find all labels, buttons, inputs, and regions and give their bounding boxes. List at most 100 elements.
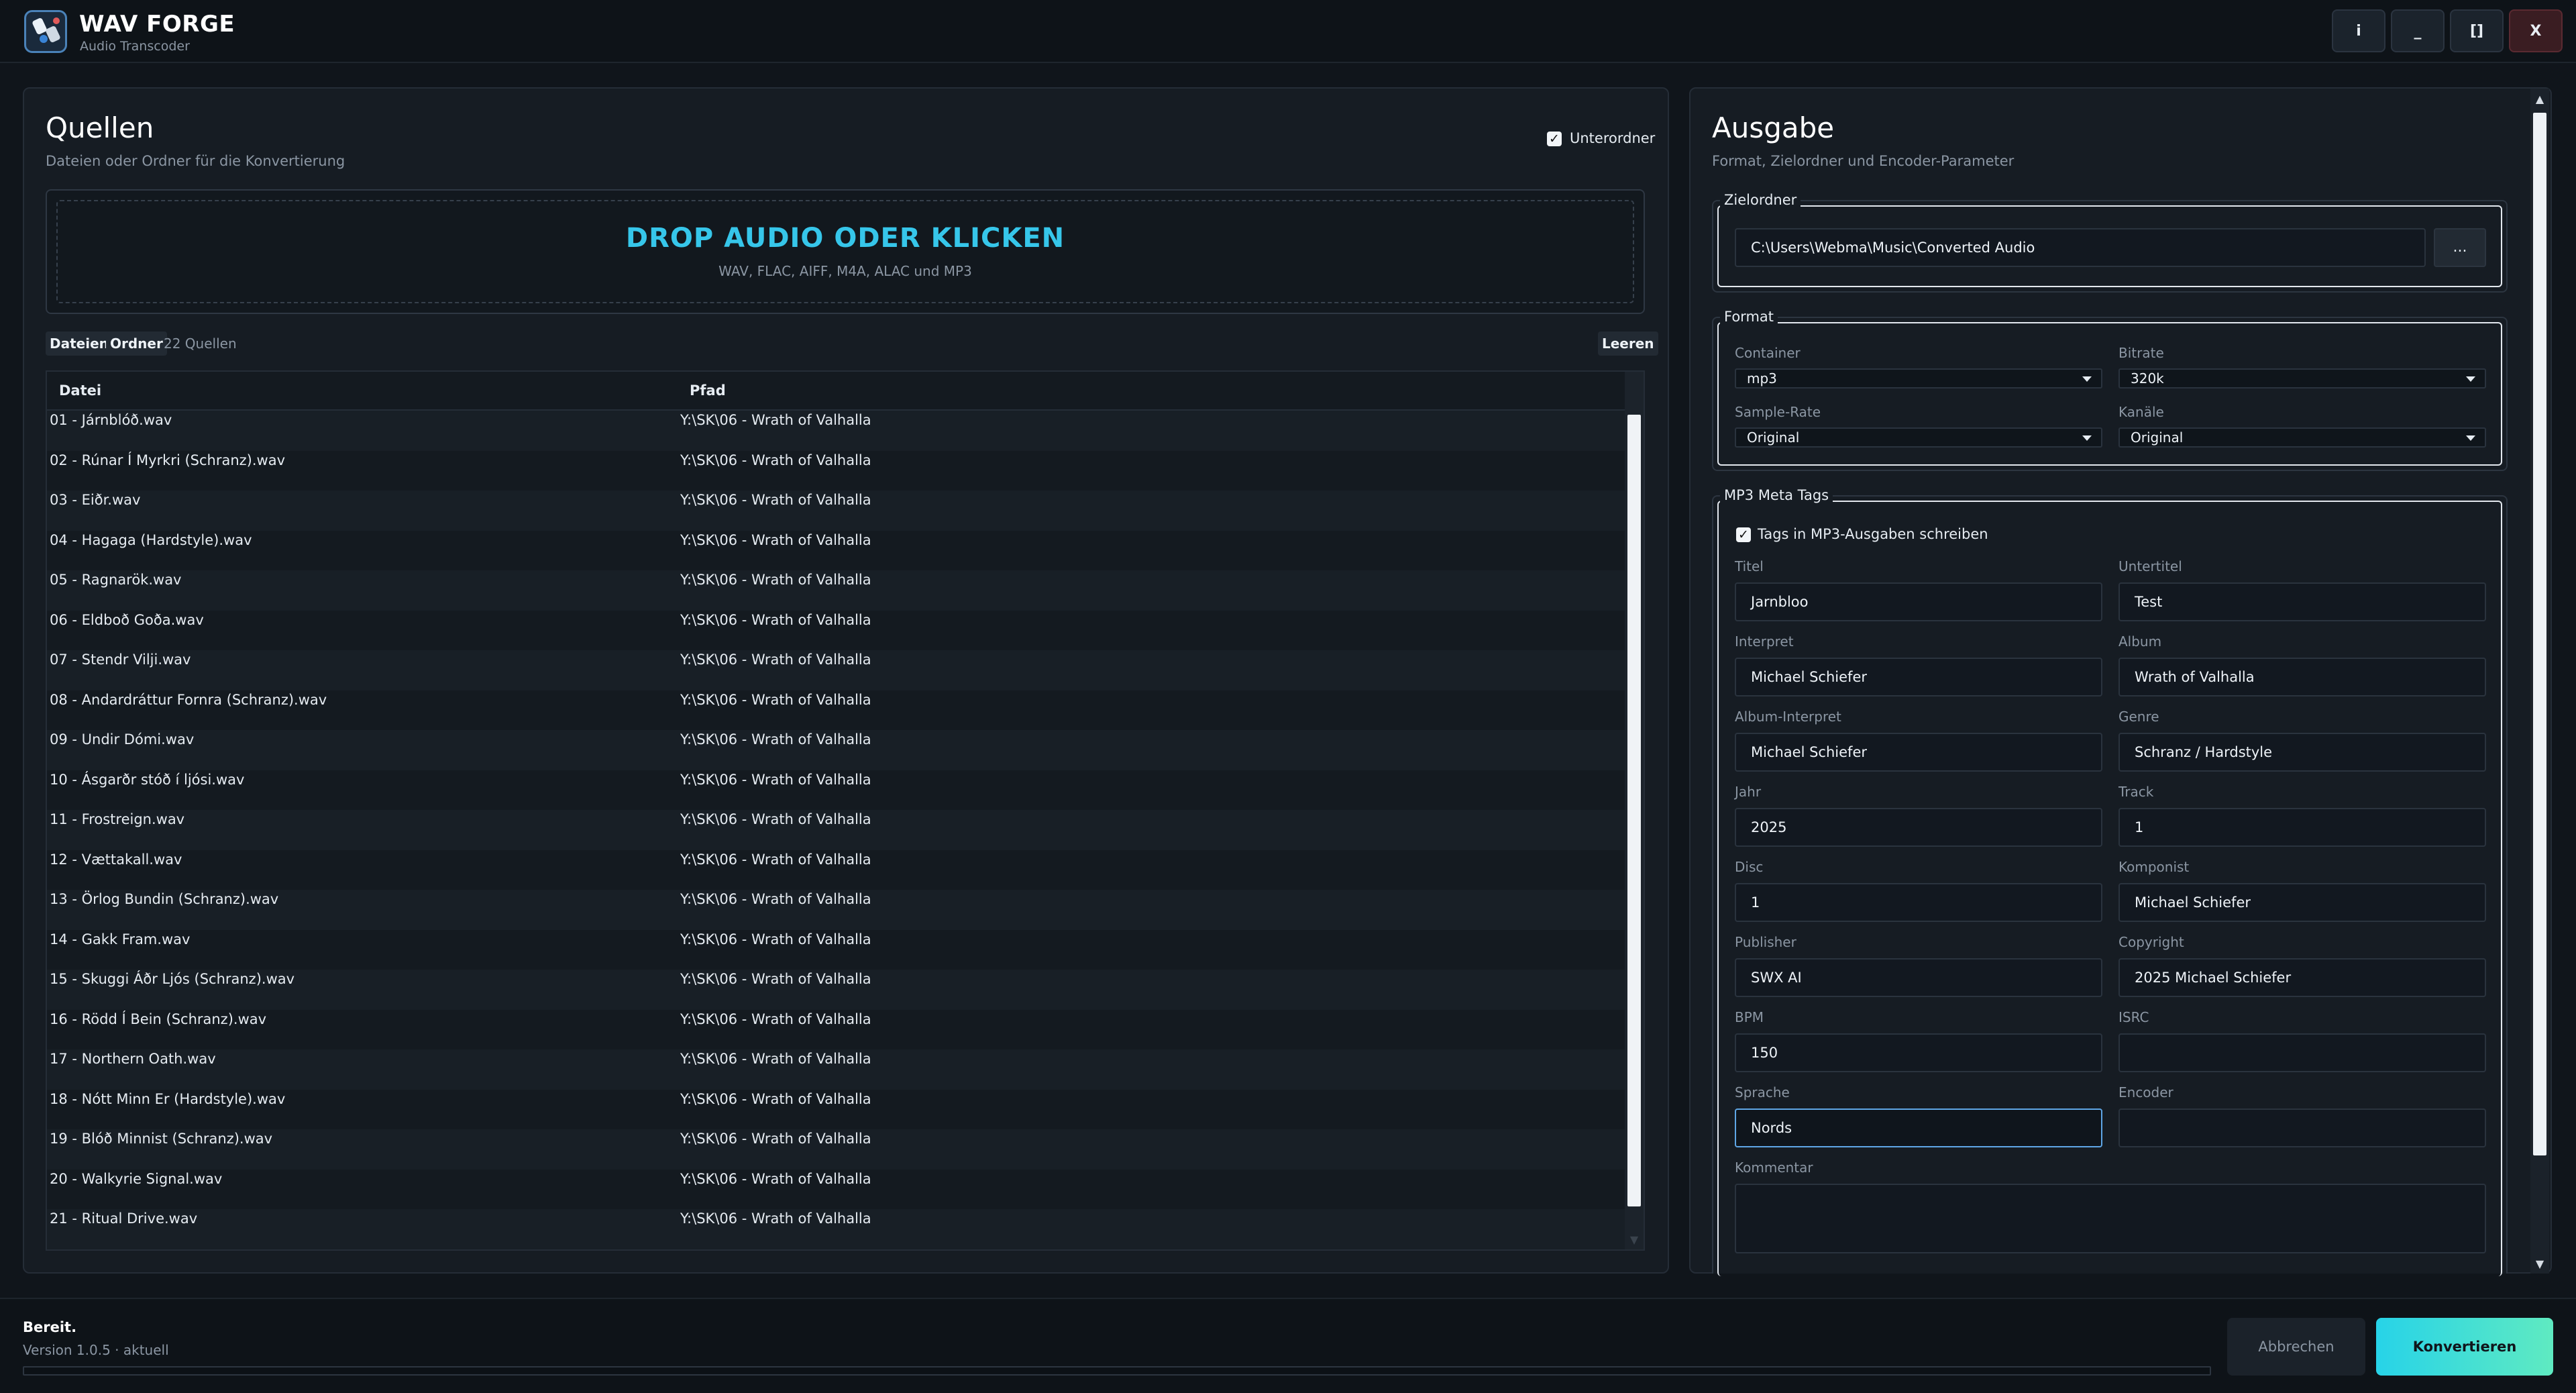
- table-row[interactable]: 17 - Northern Oath.wav Y:\SK\06 - Wrath o…: [47, 1049, 1625, 1090]
- target-folder-input[interactable]: C:\Users\Webma\Music\Converted Audio: [1735, 228, 2426, 267]
- artist-input[interactable]: Michael Schiefer: [1735, 658, 2102, 696]
- comment-textarea[interactable]: [1735, 1184, 2486, 1253]
- files-button[interactable]: Dateien: [46, 331, 113, 356]
- subfolder-checkbox[interactable]: ✓: [1547, 132, 1562, 146]
- table-scrollbar[interactable]: ▲ ▼: [1625, 372, 1644, 1249]
- clear-button[interactable]: Leeren: [1598, 331, 1658, 356]
- column-header-file[interactable]: Datei: [59, 382, 101, 399]
- publisher-input[interactable]: SWX AI: [1735, 958, 2102, 997]
- title-input[interactable]: Jarnbloo: [1735, 582, 2102, 621]
- chevron-down-icon: [2082, 435, 2092, 441]
- table-row[interactable]: 12 - Vættakall.wav Y:\SK\06 - Wrath of Va…: [47, 849, 1625, 890]
- app-subtitle: Audio Transcoder: [80, 39, 190, 54]
- disc-input[interactable]: 1: [1735, 883, 2102, 922]
- minimize-button[interactable]: _: [2391, 9, 2445, 52]
- row-file-path: Y:\SK\06 - Wrath of Valhalla: [680, 1011, 871, 1027]
- table-header: Datei Pfad: [47, 372, 1625, 411]
- table-row[interactable]: 18 - Nótt Minn Er (Hardstyle).wav Y:\SK\0…: [47, 1089, 1625, 1129]
- language-input[interactable]: Nords: [1735, 1108, 2102, 1147]
- table-row[interactable]: 06 - Eldboð Goða.wav Y:\SK\06 - Wrath of …: [47, 610, 1625, 650]
- table-body: 01 - Járnblóð.wav Y:\SK\06 - Wrath of Val…: [47, 411, 1625, 1249]
- row-file-name: 10 - Ásgarðr stóð í ljósi.wav: [50, 771, 245, 788]
- row-file-name: 20 - Walkyrie Signal.wav: [50, 1170, 223, 1187]
- format-legend: Format: [1720, 309, 1778, 325]
- scroll-down-icon[interactable]: ▼: [2530, 1255, 2549, 1274]
- table-row[interactable]: 21 - Ritual Drive.wav Y:\SK\06 - Wrath of…: [47, 1209, 1625, 1249]
- table-row[interactable]: 09 - Undir Dómi.wav Y:\SK\06 - Wrath of V…: [47, 730, 1625, 770]
- table-row[interactable]: 01 - Járnblóð.wav Y:\SK\06 - Wrath of Val…: [47, 411, 1625, 451]
- table-row[interactable]: 11 - Frostreign.wav Y:\SK\06 - Wrath of V…: [47, 810, 1625, 850]
- table-row[interactable]: 20 - Walkyrie Signal.wav Y:\SK\06 - Wrath…: [47, 1169, 1625, 1209]
- container-select[interactable]: mp3: [1735, 368, 2102, 389]
- samplerate-value: Original: [1747, 429, 1800, 446]
- write-tags-checkbox[interactable]: ✓: [1736, 527, 1751, 542]
- table-row[interactable]: 08 - Andardráttur Fornra (Schranz).wav Y:…: [47, 690, 1625, 730]
- table-row[interactable]: 10 - Ásgarðr stóð í ljósi.wav Y:\SK\06 - …: [47, 770, 1625, 810]
- row-file-path: Y:\SK\06 - Wrath of Valhalla: [680, 771, 871, 788]
- folder-button[interactable]: Ordner: [106, 331, 167, 356]
- table-row[interactable]: 04 - Hagaga (Hardstyle).wav Y:\SK\06 - Wr…: [47, 530, 1625, 570]
- bpm-input[interactable]: 150: [1735, 1033, 2102, 1072]
- write-tags-label: Tags in MP3-Ausgaben schreiben: [1758, 526, 1988, 542]
- table-row[interactable]: 15 - Skuggi Áðr Ljós (Schranz).wav Y:\SK\…: [47, 970, 1625, 1010]
- scroll-down-icon[interactable]: ▼: [1625, 1231, 1644, 1249]
- drop-zone[interactable]: DROP AUDIO ODER KLICKEN WAV, FLAC, AIFF,…: [46, 189, 1645, 314]
- sources-table: Datei Pfad 01 - Járnblóð.wav Y:\SK\06 - W…: [46, 370, 1645, 1251]
- app-window: WAV FORGE Audio Transcoder i _ [] X Quel…: [0, 0, 2576, 1393]
- subtitle-label: Untertitel: [2118, 558, 2182, 574]
- output-title: Ausgabe: [1712, 111, 1835, 144]
- close-button[interactable]: X: [2509, 9, 2563, 52]
- table-row[interactable]: 16 - Rödd Í Bein (Schranz).wav Y:\SK\06 -…: [47, 1009, 1625, 1049]
- year-input[interactable]: 2025: [1735, 808, 2102, 847]
- row-file-name: 16 - Rödd Í Bein (Schranz).wav: [50, 1011, 267, 1027]
- encoder-input[interactable]: [2118, 1108, 2486, 1147]
- bitrate-select[interactable]: 320k: [2118, 368, 2486, 389]
- isrc-label: ISRC: [2118, 1009, 2149, 1025]
- copyright-input[interactable]: 2025 Michael Schiefer: [2118, 958, 2486, 997]
- scroll-up-icon[interactable]: ▲: [2530, 90, 2549, 109]
- row-file-path: Y:\SK\06 - Wrath of Valhalla: [680, 531, 871, 548]
- version-text: Version 1.0.5 · aktuell: [23, 1342, 169, 1358]
- composer-input[interactable]: Michael Schiefer: [2118, 883, 2486, 922]
- browse-button[interactable]: ...: [2434, 228, 2486, 267]
- container-label: Container: [1735, 345, 1801, 361]
- scrollbar-thumb[interactable]: [2533, 113, 2546, 1155]
- table-row[interactable]: 14 - Gakk Fram.wav Y:\SK\06 - Wrath of Va…: [47, 929, 1625, 970]
- comment-label: Kommentar: [1735, 1159, 1813, 1176]
- album-input[interactable]: Wrath of Valhalla: [2118, 658, 2486, 696]
- album-label: Album: [2118, 633, 2162, 650]
- cancel-button[interactable]: Abbrechen: [2227, 1318, 2365, 1376]
- table-row[interactable]: 05 - Ragnarök.wav Y:\SK\06 - Wrath of Val…: [47, 570, 1625, 611]
- row-file-path: Y:\SK\06 - Wrath of Valhalla: [680, 492, 871, 508]
- progress-bar: [23, 1366, 2211, 1376]
- status-bar: Bereit. Version 1.0.5 · aktuell Abbreche…: [0, 1298, 2576, 1393]
- output-subtitle: Format, Zielordner und Encoder-Parameter: [1712, 153, 2015, 169]
- table-row[interactable]: 07 - Stendr Vilji.wav Y:\SK\06 - Wrath of…: [47, 650, 1625, 690]
- album-artist-input[interactable]: Michael Schiefer: [1735, 733, 2102, 772]
- genre-input[interactable]: Schranz / Hardstyle: [2118, 733, 2486, 772]
- row-file-name: 01 - Járnblóð.wav: [50, 412, 172, 428]
- track-input[interactable]: 1: [2118, 808, 2486, 847]
- output-scrollbar[interactable]: ▲ ▼: [2530, 89, 2549, 1274]
- column-header-path[interactable]: Pfad: [690, 382, 726, 399]
- row-file-path: Y:\SK\06 - Wrath of Valhalla: [680, 731, 871, 747]
- scrollbar-thumb[interactable]: [1627, 415, 1641, 1206]
- table-row[interactable]: 03 - Eiðr.wav Y:\SK\06 - Wrath of Valhall…: [47, 491, 1625, 531]
- convert-button[interactable]: Konvertieren: [2376, 1318, 2553, 1376]
- album-artist-label: Album-Interpret: [1735, 709, 1841, 725]
- drop-zone-title: DROP AUDIO ODER KLICKEN: [625, 223, 1065, 254]
- maximize-button[interactable]: []: [2450, 9, 2504, 52]
- subtitle-input[interactable]: Test: [2118, 582, 2486, 621]
- row-file-name: 08 - Andardráttur Fornra (Schranz).wav: [50, 691, 327, 708]
- row-file-path: Y:\SK\06 - Wrath of Valhalla: [680, 412, 871, 428]
- bpm-label: BPM: [1735, 1009, 1764, 1025]
- table-row[interactable]: 19 - Blóð Minnist (Schranz).wav Y:\SK\06 …: [47, 1129, 1625, 1170]
- isrc-input[interactable]: [2118, 1033, 2486, 1072]
- channels-select[interactable]: Original: [2118, 427, 2486, 448]
- info-button[interactable]: i: [2332, 9, 2385, 52]
- table-row[interactable]: 02 - Rúnar Í Myrkri (Schranz).wav Y:\SK\0…: [47, 450, 1625, 491]
- samplerate-select[interactable]: Original: [1735, 427, 2102, 448]
- table-row[interactable]: 13 - Örlog Bundin (Schranz).wav Y:\SK\06 …: [47, 890, 1625, 930]
- row-file-path: Y:\SK\06 - Wrath of Valhalla: [680, 891, 871, 907]
- chevron-down-icon: [2082, 376, 2092, 382]
